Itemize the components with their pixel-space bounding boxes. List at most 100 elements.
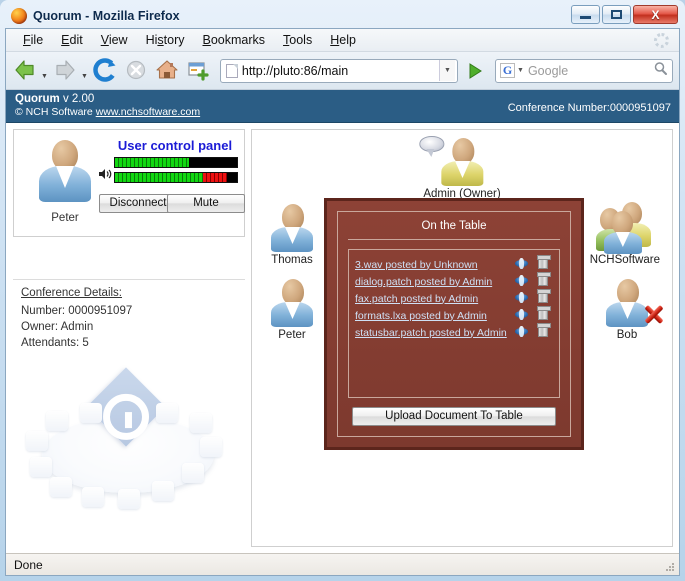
- speech-bubble-icon: [419, 136, 444, 152]
- user-name: Peter: [26, 212, 104, 224]
- chair: [30, 457, 52, 477]
- chair: [190, 413, 212, 433]
- conference-attendants-row: Attendants: 5: [21, 335, 245, 351]
- document-link[interactable]: dialog.patch posted by Admin: [355, 276, 510, 288]
- resize-grip[interactable]: [664, 561, 676, 573]
- chair: [50, 477, 72, 497]
- conference-owner-row: Owner: Admin: [21, 319, 245, 335]
- chair: [82, 487, 104, 507]
- menu-edit[interactable]: Edit: [52, 31, 92, 49]
- participant-nchsoftware[interactable]: NCHSoftware: [590, 202, 660, 266]
- go-button[interactable]: [463, 59, 487, 83]
- chair: [26, 431, 48, 451]
- banner-copyright: © NCH Software www.nchsoftware.com: [15, 106, 200, 119]
- chair: [118, 489, 140, 509]
- save-icon[interactable]: [510, 290, 532, 308]
- reload-button[interactable]: [92, 57, 120, 85]
- conference-table-watermark: [24, 369, 234, 509]
- subscribe-button[interactable]: [185, 57, 213, 85]
- document-row[interactable]: statusbar.patch posted by Admin: [355, 324, 554, 341]
- document-link[interactable]: formats.lxa posted by Admin: [355, 310, 510, 322]
- search-engine-dropdown-icon[interactable]: ▼: [517, 67, 524, 74]
- document-list: 3.wav posted by Unknown dialog.patch pos…: [348, 249, 560, 398]
- menu-tools[interactable]: Tools: [274, 31, 321, 49]
- document-row[interactable]: dialog.patch posted by Admin: [355, 273, 554, 290]
- forward-button[interactable]: [52, 57, 80, 85]
- home-button[interactable]: [154, 57, 182, 85]
- app-version: v 2.00: [63, 93, 94, 105]
- banner-branding: Quorum v 2.00 © NCH Software www.nchsoft…: [15, 93, 200, 119]
- user-avatar: [36, 140, 94, 202]
- conference-number: Conference Number:0000951097: [508, 102, 671, 114]
- close-button[interactable]: X: [633, 5, 678, 24]
- save-icon[interactable]: [510, 256, 532, 274]
- participant-bob[interactable]: Bob: [604, 277, 650, 341]
- back-button[interactable]: [12, 57, 40, 85]
- disconnect-button[interactable]: Disconnect: [99, 194, 177, 213]
- user-control-panel: User control panel Peter: [13, 129, 245, 237]
- participant-name: Thomas: [269, 254, 315, 266]
- save-icon[interactable]: [510, 273, 532, 291]
- copyright-text: © NCH Software: [15, 106, 96, 118]
- speaker-icon: [98, 168, 112, 180]
- participant-admin[interactable]: Admin (Owner): [423, 136, 500, 200]
- participant-name: Peter: [269, 329, 315, 341]
- navigation-toolbar: ▼ ▼: [6, 52, 679, 90]
- participant-name: Bob: [604, 329, 650, 341]
- document-link[interactable]: 3.wav posted by Unknown: [355, 259, 510, 271]
- menu-view[interactable]: View: [92, 31, 137, 49]
- minimize-icon: [580, 16, 591, 19]
- menu-file[interactable]: FFileile: [14, 31, 52, 49]
- conference-details: Conference Details: Number: 0000951097 O…: [13, 279, 245, 351]
- speaker-meter-green: [115, 173, 203, 182]
- menu-help[interactable]: Help: [321, 31, 365, 49]
- avatar: [269, 277, 315, 327]
- search-box[interactable]: G ▼ Google: [495, 59, 673, 83]
- url-input[interactable]: http://pluto:86/main: [242, 64, 439, 78]
- participant-thomas[interactable]: Thomas: [269, 202, 315, 266]
- minimize-button[interactable]: [571, 5, 600, 24]
- search-icon[interactable]: [650, 61, 670, 81]
- quorum-banner: Quorum v 2.00 © NCH Software www.nchsoft…: [6, 90, 679, 123]
- forward-dropdown-icon[interactable]: ▼: [81, 73, 88, 89]
- document-link[interactable]: fax.patch posted by Admin: [355, 293, 510, 305]
- chair: [156, 403, 178, 423]
- upload-document-button[interactable]: Upload Document To Table: [352, 407, 556, 426]
- browser-window: Quorum - Mozilla Firefox X FFileile Edit…: [0, 0, 685, 581]
- search-input[interactable]: Google: [528, 64, 650, 78]
- throbber-icon: [654, 33, 669, 48]
- document-row[interactable]: 3.wav posted by Unknown: [355, 256, 554, 273]
- chair: [182, 463, 204, 483]
- avatar: [269, 202, 315, 252]
- back-dropdown-icon[interactable]: ▼: [41, 73, 48, 89]
- muted-x-icon: [642, 302, 666, 326]
- quorum-app: User control panel Peter: [6, 123, 679, 553]
- trash-icon[interactable]: [532, 324, 554, 342]
- mute-button[interactable]: Mute: [167, 194, 245, 213]
- url-dropdown-icon[interactable]: ▼: [439, 60, 455, 81]
- status-bar: Done: [6, 553, 679, 575]
- menu-bar: FFileile Edit View History Bookmarks Too…: [6, 29, 679, 52]
- chair: [200, 437, 222, 457]
- url-bar[interactable]: http://pluto:86/main ▼: [220, 59, 458, 83]
- save-icon[interactable]: [510, 324, 532, 342]
- menu-bookmarks[interactable]: Bookmarks: [194, 31, 275, 49]
- document-row[interactable]: fax.patch posted by Admin: [355, 290, 554, 307]
- status-text: Done: [14, 558, 43, 572]
- chair: [80, 403, 102, 423]
- google-icon[interactable]: G: [500, 63, 515, 78]
- group-avatar: [596, 202, 654, 252]
- conference-details-heading: Conference Details:: [21, 287, 245, 299]
- website-link[interactable]: www.nchsoftware.com: [96, 106, 200, 118]
- chair: [46, 411, 68, 431]
- document-table: On the Table 3.wav posted by Unknown dia…: [324, 198, 584, 450]
- participant-peter[interactable]: Peter: [269, 277, 315, 341]
- maximize-button[interactable]: [602, 5, 631, 24]
- document-row[interactable]: formats.lxa posted by Admin: [355, 307, 554, 324]
- document-table-title: On the Table: [348, 220, 560, 240]
- left-column: User control panel Peter: [13, 129, 245, 547]
- save-icon[interactable]: [510, 307, 532, 325]
- document-link[interactable]: statusbar.patch posted by Admin: [355, 327, 510, 339]
- menu-history[interactable]: History: [137, 31, 194, 49]
- app-name: Quorum: [15, 93, 60, 105]
